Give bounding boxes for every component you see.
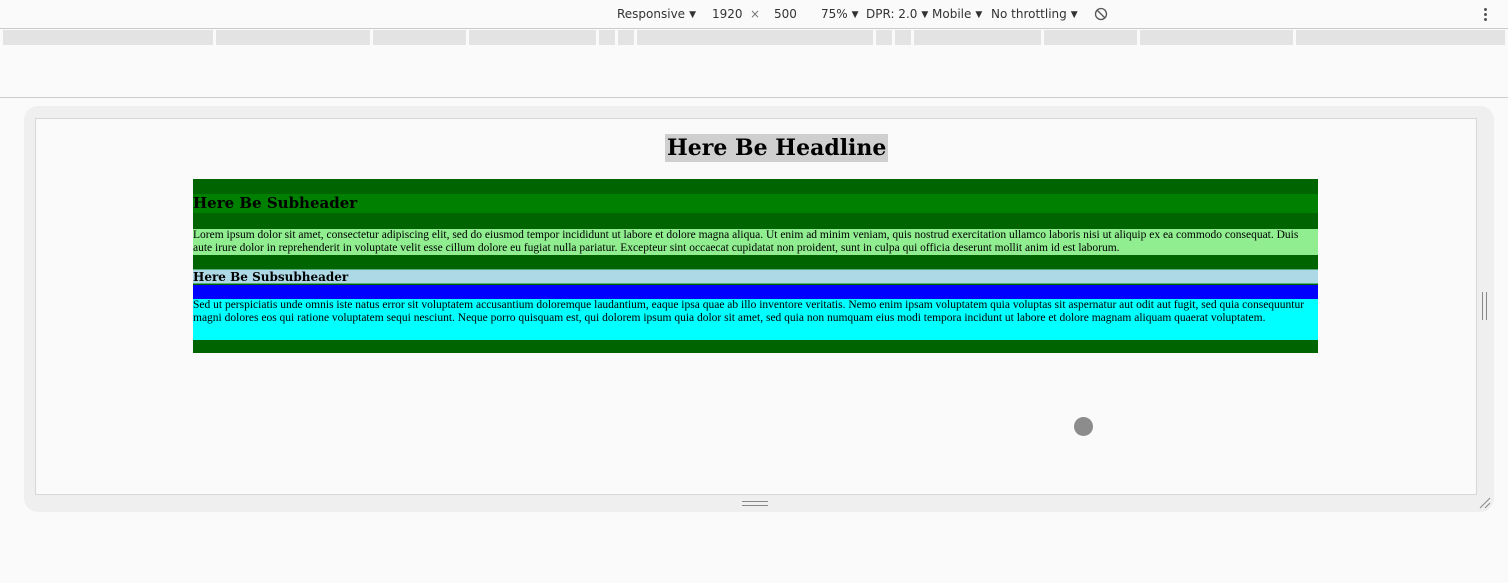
page-headline: Here Be Headline — [665, 134, 889, 162]
paragraph-sed-ut: Sed ut perspiciatis unde omnis iste natu… — [193, 299, 1318, 340]
media-query-segment[interactable] — [618, 30, 634, 45]
dimension-separator: × — [750, 7, 761, 21]
article-section: Here Be Subheader Lorem ipsum dolor sit … — [193, 179, 1318, 353]
media-query-segment[interactable] — [373, 30, 466, 45]
page-subsubheader: Here Be Subsubheader — [193, 269, 1318, 284]
paragraph-lorem: Lorem ipsum dolor sit amet, consectetur … — [193, 229, 1318, 255]
dropdown-arrow-icon: ▼ — [1070, 10, 1078, 20]
throttling-select-label: No throttling — [991, 7, 1067, 21]
media-query-segment[interactable] — [216, 30, 370, 45]
zoom-select-label: 75% — [821, 7, 848, 21]
media-query-segment[interactable] — [1296, 30, 1505, 45]
throttling-select[interactable]: No throttling ▼ — [991, 7, 1078, 21]
media-query-segment[interactable] — [895, 30, 911, 45]
mode-select-label: Mobile — [932, 7, 972, 21]
dropdown-arrow-icon: ▼ — [921, 10, 929, 20]
media-query-segment[interactable] — [469, 30, 596, 45]
dropdown-arrow-icon: ▼ — [975, 10, 983, 20]
device-toolbar: Responsive ▼ 1920 × 500 75% ▼ DPR: 2.0 ▼ Mo… — [0, 0, 1508, 29]
touch-cursor-indicator — [1074, 417, 1093, 436]
media-query-segment[interactable] — [914, 30, 1041, 45]
width-input[interactable]: 1920 — [712, 7, 743, 21]
mode-select[interactable]: Mobile ▼ — [932, 7, 982, 21]
ruler-area — [0, 46, 1508, 98]
media-query-segment[interactable] — [637, 30, 873, 45]
kebab-menu-icon[interactable] — [1484, 8, 1488, 22]
media-query-segment[interactable] — [3, 30, 213, 45]
media-query-segment[interactable] — [599, 30, 615, 45]
blue-band — [193, 285, 1318, 299]
zoom-select[interactable]: 75% ▼ — [821, 7, 859, 21]
media-query-segment[interactable] — [1140, 30, 1293, 45]
resize-corner-icon[interactable] — [1479, 497, 1491, 509]
device-select[interactable]: Responsive ▼ — [617, 7, 696, 21]
resize-handle-right[interactable] — [1482, 292, 1488, 320]
device-viewport: Here Be Headline Here Be Subheader Lorem… — [35, 118, 1477, 495]
device-select-label: Responsive — [617, 7, 686, 21]
page-subheader: Here Be Subheader — [193, 194, 1318, 213]
media-query-segment[interactable] — [876, 30, 892, 45]
media-query-bar — [3, 30, 1505, 45]
media-query-segment[interactable] — [1044, 30, 1137, 45]
height-input[interactable]: 500 — [774, 7, 797, 21]
resize-handle-bottom[interactable] — [742, 500, 768, 508]
dpr-select[interactable]: DPR: 2.0 ▼ — [866, 7, 928, 21]
rotate-icon[interactable] — [1094, 7, 1108, 21]
dpr-select-label: DPR: 2.0 — [866, 7, 918, 21]
dropdown-arrow-icon: ▼ — [689, 10, 696, 20]
dropdown-arrow-icon: ▼ — [851, 10, 859, 20]
